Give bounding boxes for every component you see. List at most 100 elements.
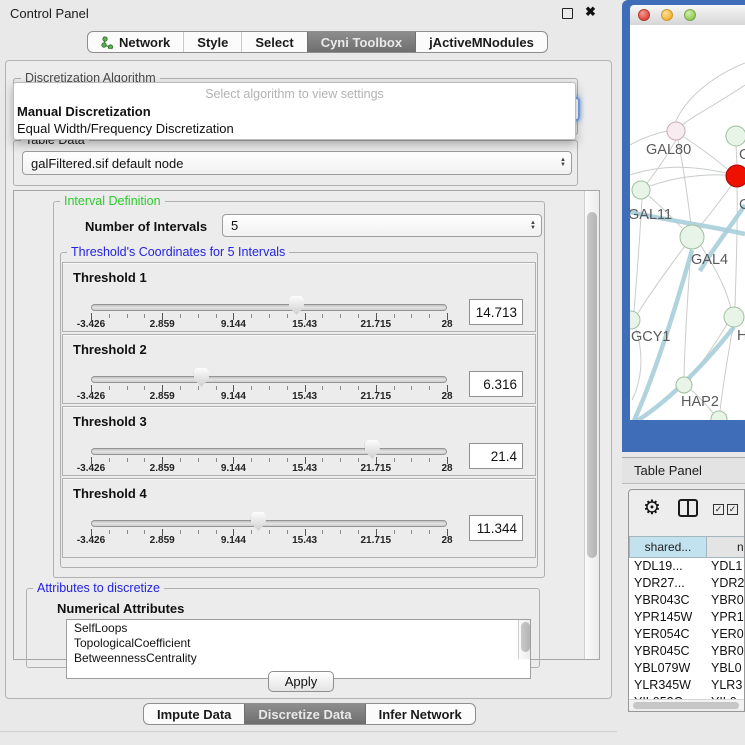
- slider-minor-tick: [429, 314, 430, 318]
- split-view-icon[interactable]: [678, 499, 698, 517]
- network-node-c[interactable]: [726, 165, 745, 187]
- attribute-list-item[interactable]: SelfLoops: [67, 620, 530, 635]
- threshold-label: Threshold 2: [73, 342, 147, 357]
- table-data-combo[interactable]: galFiltered.sif default node ▲▼: [22, 151, 572, 175]
- slider-minor-tick: [322, 530, 323, 534]
- attributes-list-scrollbar[interactable]: [518, 620, 530, 659]
- tab-select[interactable]: Select: [241, 32, 306, 52]
- checkbox-icon[interactable]: ✓: [713, 504, 724, 515]
- interval-definition-label: Interval Definition: [60, 194, 165, 208]
- traffic-light-close-icon[interactable]: [638, 9, 650, 21]
- gear-icon[interactable]: ⚙: [643, 495, 661, 520]
- attribute-list-item[interactable]: BetweennessCentrality: [67, 650, 530, 665]
- threshold-value-field[interactable]: 14.713: [469, 299, 523, 325]
- slider-minor-tick: [287, 386, 288, 390]
- table-header: shared... na: [629, 536, 745, 558]
- slider-minor-tick: [251, 314, 252, 318]
- tab-cyni-toolbox[interactable]: Cyni Toolbox: [307, 32, 415, 52]
- traffic-light-zoom-icon[interactable]: [684, 9, 696, 21]
- column-header-shared-name[interactable]: shared...: [629, 536, 707, 558]
- threshold-slider-thumb[interactable]: [289, 296, 304, 315]
- cell-shared-name: YDR27...: [629, 576, 707, 590]
- threshold-slider-track[interactable]: [91, 448, 447, 455]
- slider-tick-label: 15.43: [292, 535, 317, 546]
- tab-label: Select: [255, 35, 293, 50]
- cell-name: YBR0: [707, 644, 744, 658]
- threshold-value-field[interactable]: 11.344: [469, 515, 523, 541]
- network-node-label: C: [739, 197, 745, 213]
- table-row[interactable]: YLR345WYLR3: [629, 676, 745, 693]
- slider-minor-tick: [322, 386, 323, 390]
- slider-minor-tick: [180, 314, 181, 318]
- thresholds-group-label: Threshold's Coordinates for 5 Intervals: [67, 245, 289, 259]
- slider-minor-tick: [322, 314, 323, 318]
- number-of-intervals-combo[interactable]: 5 ▲▼: [222, 214, 542, 237]
- slider-minor-tick: [198, 530, 199, 534]
- threshold-row: Threshold 2-3.4262.8599.14415.4321.71528…: [62, 334, 536, 404]
- node-table: ⚙ ✓ ✓ shared... na YDL19...YDL1YDR27...Y…: [628, 489, 745, 712]
- numerical-attributes-list[interactable]: SelfLoopsTopologicalCoefficientBetweenne…: [66, 619, 531, 679]
- tab-label: Impute Data: [157, 707, 231, 722]
- tab-style[interactable]: Style: [183, 32, 241, 52]
- table-horizontal-scrollbar[interactable]: [629, 699, 745, 709]
- bottom-divider: [0, 731, 617, 732]
- table-row[interactable]: YBL079WYBL0: [629, 659, 745, 676]
- network-node-gal80[interactable]: [667, 122, 685, 140]
- threshold-value-field[interactable]: 21.4: [469, 443, 523, 469]
- table-row[interactable]: YBR043CYBR0: [629, 592, 745, 609]
- threshold-label: Threshold 3: [73, 414, 147, 429]
- checkbox-icon[interactable]: ✓: [727, 504, 738, 515]
- network-node[interactable]: [711, 411, 727, 420]
- float-window-icon[interactable]: [562, 8, 573, 19]
- attribute-list-item[interactable]: TopologicalCoefficient: [67, 635, 530, 650]
- numerical-attributes-label: Numerical Attributes: [57, 601, 184, 616]
- attributes-group-label: Attributes to discretize: [33, 581, 164, 595]
- dropdown-option[interactable]: Equal Width/Frequency Discretization: [14, 120, 575, 137]
- slider-minor-tick: [358, 314, 359, 318]
- slider-minor-tick: [127, 530, 128, 534]
- slider-tick-label: 15.43: [292, 391, 317, 402]
- network-canvas[interactable]: GAL80GACGAL11GAL4GCY1HHAP2: [630, 25, 745, 420]
- threshold-slider-thumb[interactable]: [194, 368, 209, 387]
- network-node-gcy1[interactable]: [630, 311, 640, 329]
- settings-pane-scrollbar[interactable]: [584, 191, 599, 659]
- apply-button[interactable]: Apply: [268, 671, 334, 692]
- cell-name: YBL0: [707, 661, 742, 675]
- close-icon[interactable]: ✖: [585, 4, 596, 20]
- table-rows[interactable]: YDL19...YDL1YDR27...YDR2YBR043CYBR0YPR14…: [629, 558, 745, 699]
- threshold-value-field[interactable]: 6.316: [469, 371, 523, 397]
- table-row[interactable]: YPR145WYPR1: [629, 609, 745, 626]
- slider-minor-tick: [287, 458, 288, 462]
- table-row[interactable]: YER054CYER0: [629, 626, 745, 643]
- network-node-hap2[interactable]: [676, 377, 692, 393]
- slider-minor-tick: [287, 314, 288, 318]
- table-row[interactable]: YDL19...YDL1: [629, 558, 745, 575]
- cell-name: YDR2: [707, 576, 744, 590]
- threshold-slider-track[interactable]: [91, 376, 447, 383]
- cell-shared-name: YPR145W: [629, 610, 707, 624]
- cell-shared-name: YBR043C: [629, 593, 707, 607]
- network-node-h[interactable]: [724, 307, 744, 327]
- threshold-label: Threshold 4: [73, 486, 147, 501]
- slider-minor-tick: [429, 458, 430, 462]
- bottom-tab-discretize-data[interactable]: Discretize Data: [244, 704, 364, 724]
- bottom-tab-impute-data[interactable]: Impute Data: [144, 704, 244, 724]
- slider-tick-label: 15.43: [292, 463, 317, 474]
- traffic-light-minimize-icon[interactable]: [661, 9, 673, 21]
- threshold-slider-thumb[interactable]: [251, 512, 266, 531]
- tab-label: Discretize Data: [258, 707, 351, 722]
- slider-tick-label: 2.859: [150, 391, 175, 402]
- threshold-slider-track[interactable]: [91, 520, 447, 527]
- table-row[interactable]: YDR27...YDR2: [629, 575, 745, 592]
- network-node-ga[interactable]: [726, 126, 745, 146]
- network-node-gal11[interactable]: [632, 181, 650, 199]
- threshold-slider-track[interactable]: [91, 304, 447, 311]
- table-row[interactable]: YBR045CYBR0: [629, 642, 745, 659]
- column-header-name[interactable]: na: [707, 536, 745, 558]
- bottom-tab-infer-network[interactable]: Infer Network: [365, 704, 475, 724]
- dropdown-option[interactable]: Manual Discretization: [14, 103, 575, 120]
- network-node-gal4[interactable]: [680, 225, 704, 249]
- tab-network[interactable]: Network: [88, 32, 183, 52]
- tab-jactivemnodules[interactable]: jActiveMNodules: [415, 32, 547, 52]
- threshold-slider-thumb[interactable]: [365, 440, 380, 459]
